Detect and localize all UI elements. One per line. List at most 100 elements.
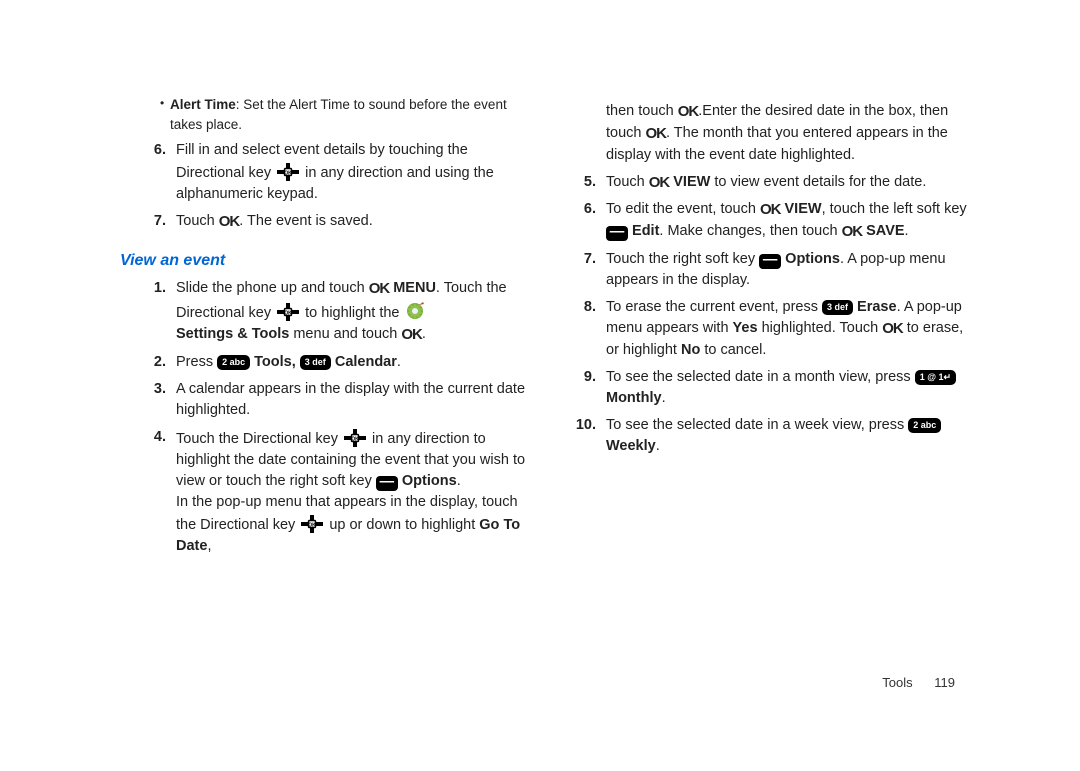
- text: Slide the phone up and touch: [176, 280, 369, 296]
- step-body: A calendar appears in the display with t…: [176, 379, 530, 421]
- directional-key-icon: [275, 161, 301, 183]
- right-column: then touch OK.Enter the desired date in …: [570, 95, 980, 563]
- monthly-label: Monthly: [606, 390, 662, 406]
- yes-label: Yes: [733, 320, 758, 336]
- step-body: To see the selected date in a week view,…: [606, 415, 980, 457]
- ok-icon: OK: [401, 324, 422, 346]
- text: To see the selected date in a week view,…: [606, 417, 908, 433]
- step-body: then touch OK.Enter the desired date in …: [606, 101, 980, 166]
- step-number: 9.: [570, 367, 606, 409]
- manual-page: • Alert Time: Set the Alert Time to soun…: [0, 0, 1080, 593]
- ok-icon: OK: [646, 123, 667, 145]
- step-body: Slide the phone up and touch OK MENU. To…: [176, 278, 530, 346]
- bullet-text: Alert Time: Set the Alert Time to sound …: [170, 95, 530, 134]
- key-2abc-icon: 2 abc: [217, 355, 250, 370]
- weekly-label: Weekly: [606, 438, 656, 454]
- text: ,: [207, 538, 211, 554]
- text: , touch the left soft key: [822, 201, 967, 217]
- ok-icon: OK: [649, 172, 670, 194]
- step-number: 5.: [570, 172, 606, 194]
- key-3def-icon: 3 def: [300, 355, 331, 370]
- text: to view event details for the date.: [710, 174, 926, 190]
- view-label: VIEW: [669, 174, 710, 190]
- menu-label: MENU: [389, 280, 436, 296]
- text: .: [422, 326, 426, 342]
- softkey-dash-icon: —: [376, 476, 398, 491]
- view-step-9: 9. To see the selected date in a month v…: [570, 367, 980, 409]
- softkey-dash-icon: —: [606, 226, 628, 241]
- bullet-dot: •: [160, 95, 170, 134]
- step-number: [570, 101, 606, 166]
- text: menu and touch: [289, 326, 401, 342]
- text: .: [905, 223, 909, 239]
- ok-icon: OK: [882, 318, 903, 340]
- view-step-7: 7. Touch the right soft key — Options. A…: [570, 249, 980, 291]
- ok-icon: OK: [842, 221, 863, 243]
- step-7: 7. Touch OK. The event is saved.: [140, 211, 530, 233]
- step-body: Touch OK VIEW to view event details for …: [606, 172, 980, 194]
- text: .: [662, 390, 666, 406]
- text: then touch: [606, 103, 678, 119]
- text: Press: [176, 354, 217, 370]
- directional-key-icon: [299, 513, 325, 535]
- view-step-6: 6. To edit the event, touch OK VIEW, tou…: [570, 199, 980, 243]
- page-number: 119: [934, 675, 955, 690]
- text: Touch: [176, 213, 219, 229]
- settings-tools-label: Settings & Tools: [176, 326, 289, 342]
- step-number: 7.: [140, 211, 176, 233]
- view-step-8: 8. To erase the current event, press 3 d…: [570, 297, 980, 361]
- text: . Make changes, then touch: [659, 223, 841, 239]
- view-step-5: 5. Touch OK VIEW to view event details f…: [570, 172, 980, 194]
- view-step-4-cont: then touch OK.Enter the desired date in …: [570, 101, 980, 166]
- section-heading-view-event: View an event: [120, 249, 530, 272]
- step-body: To see the selected date in a month view…: [606, 367, 980, 409]
- text: Touch: [606, 174, 649, 190]
- view-step-2: 2. Press 2 abc Tools, 3 def Calendar.: [140, 352, 530, 373]
- step-body: Touch the Directional key in any directi…: [176, 427, 530, 557]
- text: to cancel.: [700, 342, 766, 358]
- view-label: VIEW: [780, 201, 821, 217]
- step-body: Fill in and select event details by touc…: [176, 140, 530, 205]
- view-step-10: 10. To see the selected date in a week v…: [570, 415, 980, 457]
- text: To see the selected date in a month view…: [606, 369, 915, 385]
- gear-icon: [404, 300, 426, 322]
- text: . The event is saved.: [239, 213, 373, 229]
- text: .: [457, 473, 461, 489]
- key-2abc-icon: 2 abc: [908, 418, 941, 433]
- step-body: Touch OK. The event is saved.: [176, 211, 530, 233]
- tools-label: Tools,: [250, 354, 300, 370]
- save-label: SAVE: [862, 223, 904, 239]
- step-body: To edit the event, touch OK VIEW, touch …: [606, 199, 980, 243]
- view-step-4: 4. Touch the Directional key in any dire…: [140, 427, 530, 557]
- footer-section: Tools: [882, 675, 912, 690]
- calendar-label: Calendar: [331, 354, 397, 370]
- directional-key-icon: [342, 427, 368, 449]
- step-number: 8.: [570, 297, 606, 361]
- step-number: 3.: [140, 379, 176, 421]
- step-number: 4.: [140, 427, 176, 557]
- ok-icon: OK: [369, 278, 390, 300]
- softkey-dash-icon: —: [759, 254, 781, 269]
- text: to highlight the: [301, 305, 403, 321]
- ok-icon: OK: [678, 101, 699, 123]
- step-6: 6. Fill in and select event details by t…: [140, 140, 530, 205]
- text: .: [656, 438, 660, 454]
- step-number: 10.: [570, 415, 606, 457]
- step-number: 7.: [570, 249, 606, 291]
- left-column: • Alert Time: Set the Alert Time to soun…: [120, 95, 530, 563]
- sub-bullet-alert-time: • Alert Time: Set the Alert Time to soun…: [160, 95, 530, 134]
- step-number: 6.: [140, 140, 176, 205]
- text: .: [397, 354, 401, 370]
- key-1-icon: 1 @ 1↵: [915, 370, 956, 385]
- step-number: 6.: [570, 199, 606, 243]
- step-number: 1.: [140, 278, 176, 346]
- options-label: Options: [781, 251, 840, 267]
- step-number: 2.: [140, 352, 176, 373]
- page-footer: Tools 119: [882, 674, 955, 693]
- view-step-1: 1. Slide the phone up and touch OK MENU.…: [140, 278, 530, 346]
- directional-key-icon: [275, 301, 301, 323]
- text: Touch the Directional key: [176, 431, 342, 447]
- key-3def-icon: 3 def: [822, 300, 853, 315]
- view-step-3: 3. A calendar appears in the display wit…: [140, 379, 530, 421]
- erase-label: Erase: [853, 299, 897, 315]
